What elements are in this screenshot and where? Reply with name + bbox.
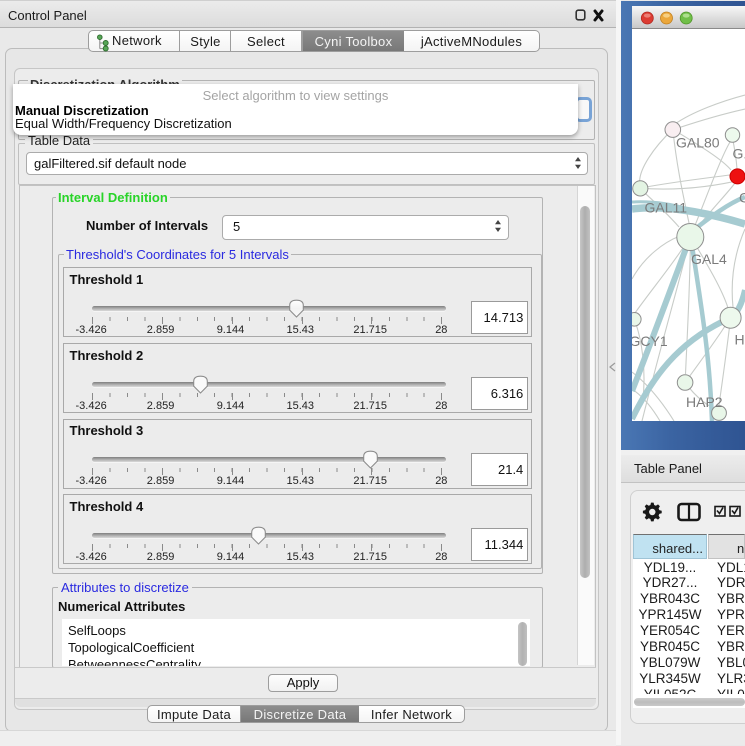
svg-text:H: H bbox=[735, 332, 745, 348]
svg-text:HAP2: HAP2 bbox=[686, 394, 723, 410]
svg-text:GCY1: GCY1 bbox=[632, 333, 668, 349]
svg-text:C: C bbox=[739, 190, 745, 206]
svg-text:GAL11: GAL11 bbox=[645, 199, 688, 215]
svg-text:GAL80: GAL80 bbox=[676, 135, 720, 151]
svg-text:GAL4: GAL4 bbox=[691, 251, 727, 267]
svg-text:G.: G. bbox=[733, 146, 745, 162]
